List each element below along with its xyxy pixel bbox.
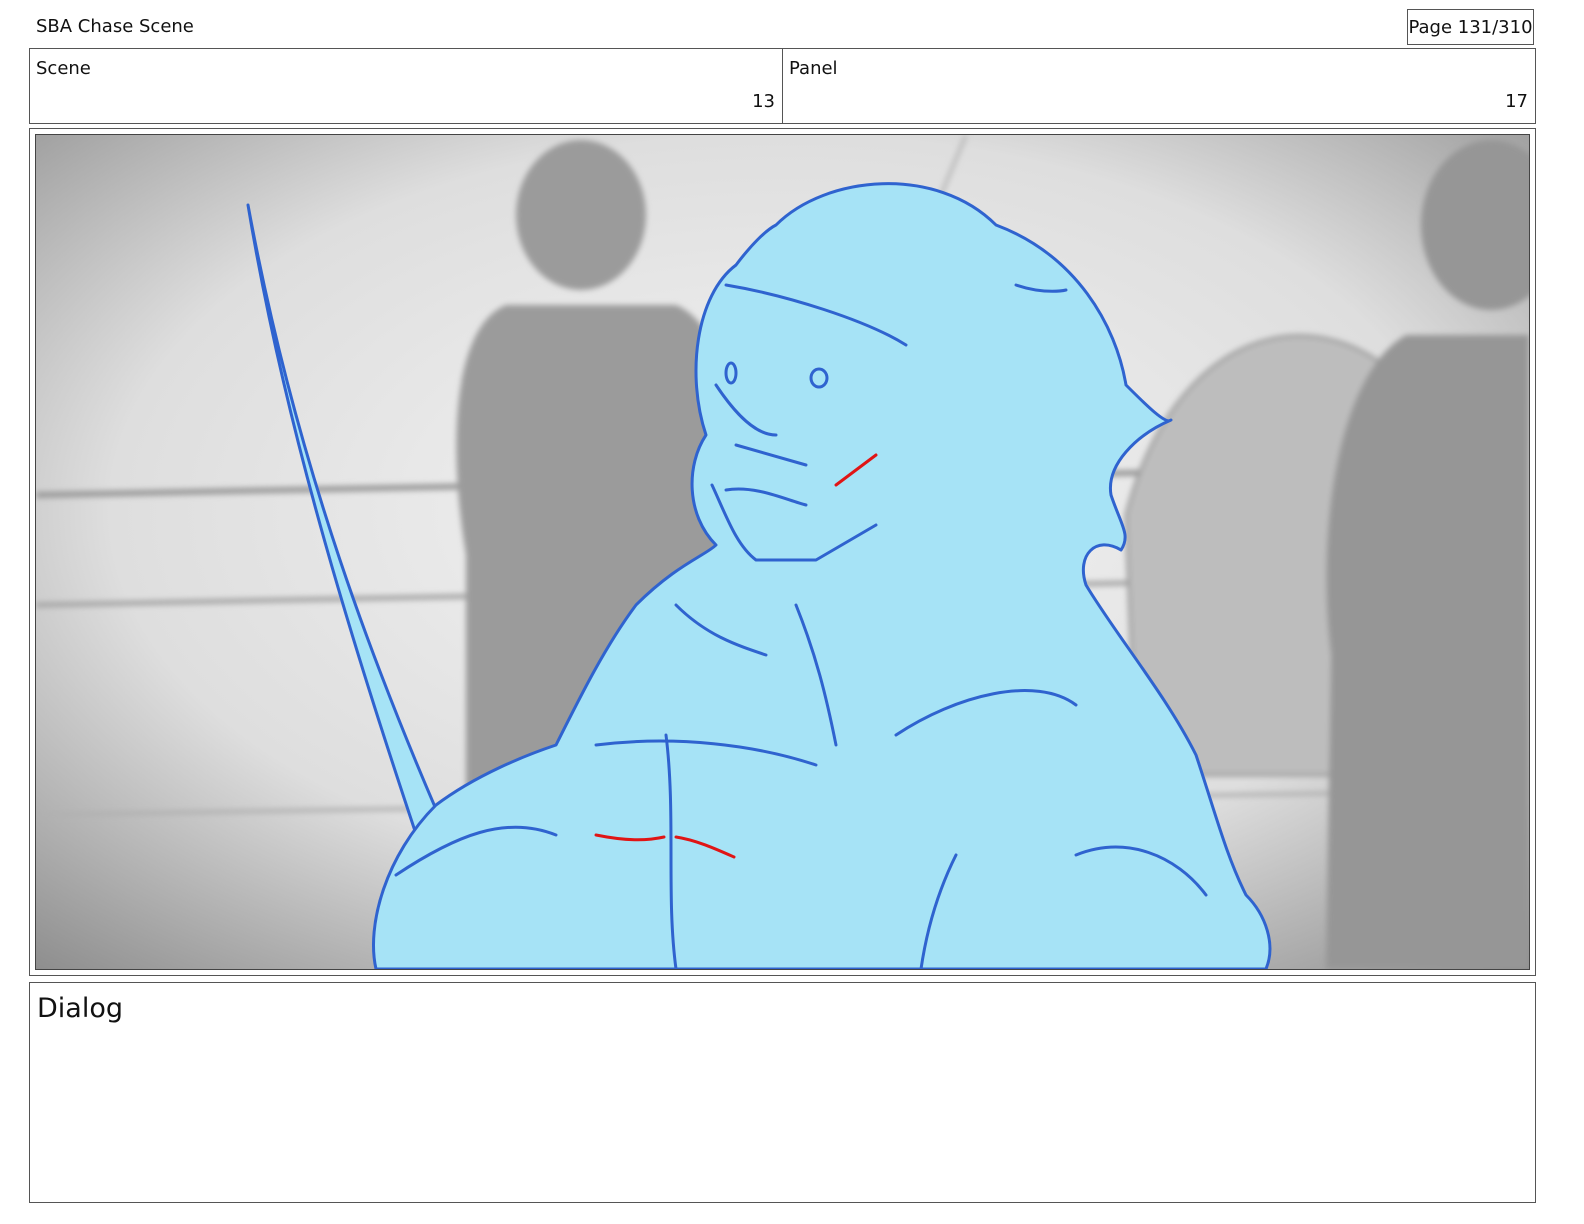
scene-label: Scene — [36, 58, 91, 79]
panel-cell: Panel 17 — [782, 49, 1535, 123]
page-number: Page 131/310 — [1407, 9, 1534, 45]
storyboard-title: SBA Chase Scene — [36, 16, 194, 37]
panel-frame — [29, 128, 1536, 976]
dialog-label: Dialog — [37, 993, 123, 1024]
panel-number: 17 — [1505, 91, 1528, 112]
scene-panel-info-row: Scene 13 Panel 17 — [29, 48, 1536, 124]
storyboard-sketch — [36, 135, 1529, 969]
scene-cell: Scene 13 — [30, 49, 782, 123]
panel-label: Panel — [789, 58, 838, 79]
dialog-box: Dialog — [29, 982, 1536, 1203]
storyboard-panel-image — [35, 134, 1530, 970]
scene-number: 13 — [752, 91, 775, 112]
